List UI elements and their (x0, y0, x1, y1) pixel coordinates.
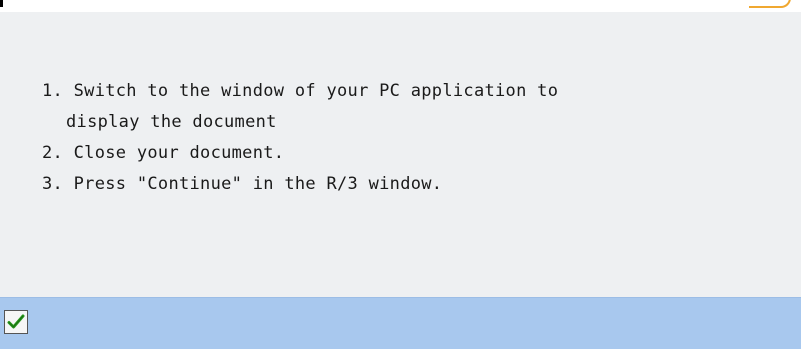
instruction-step-1-continued: display the document (42, 107, 558, 138)
dialog-title-bar (0, 0, 801, 12)
step-number: 1. (42, 81, 64, 101)
step-number: 3. (42, 174, 64, 194)
dialog-footer (0, 297, 801, 349)
dialog-content: 1. Switch to the window of your PC appli… (0, 12, 801, 297)
step-number: 2. (42, 143, 64, 163)
step-text: display the document (66, 112, 277, 132)
instruction-step-2: 2. Close your document. (42, 138, 558, 169)
instruction-step-3: 3. Press "Continue" in the R/3 window. (42, 169, 558, 200)
check-icon (7, 314, 25, 329)
title-bar-marker (0, 0, 3, 7)
title-bar-border (749, 0, 791, 8)
step-text: Close your document. (73, 143, 285, 163)
continue-button[interactable] (4, 310, 28, 334)
dialog-window: 1. Switch to the window of your PC appli… (0, 0, 801, 349)
step-text: Switch to the window of your PC applicat… (73, 81, 559, 101)
instruction-list: 1. Switch to the window of your PC appli… (42, 76, 558, 200)
step-text: Press "Continue" in the R/3 window. (73, 174, 443, 194)
instruction-step-1: 1. Switch to the window of your PC appli… (42, 76, 558, 107)
